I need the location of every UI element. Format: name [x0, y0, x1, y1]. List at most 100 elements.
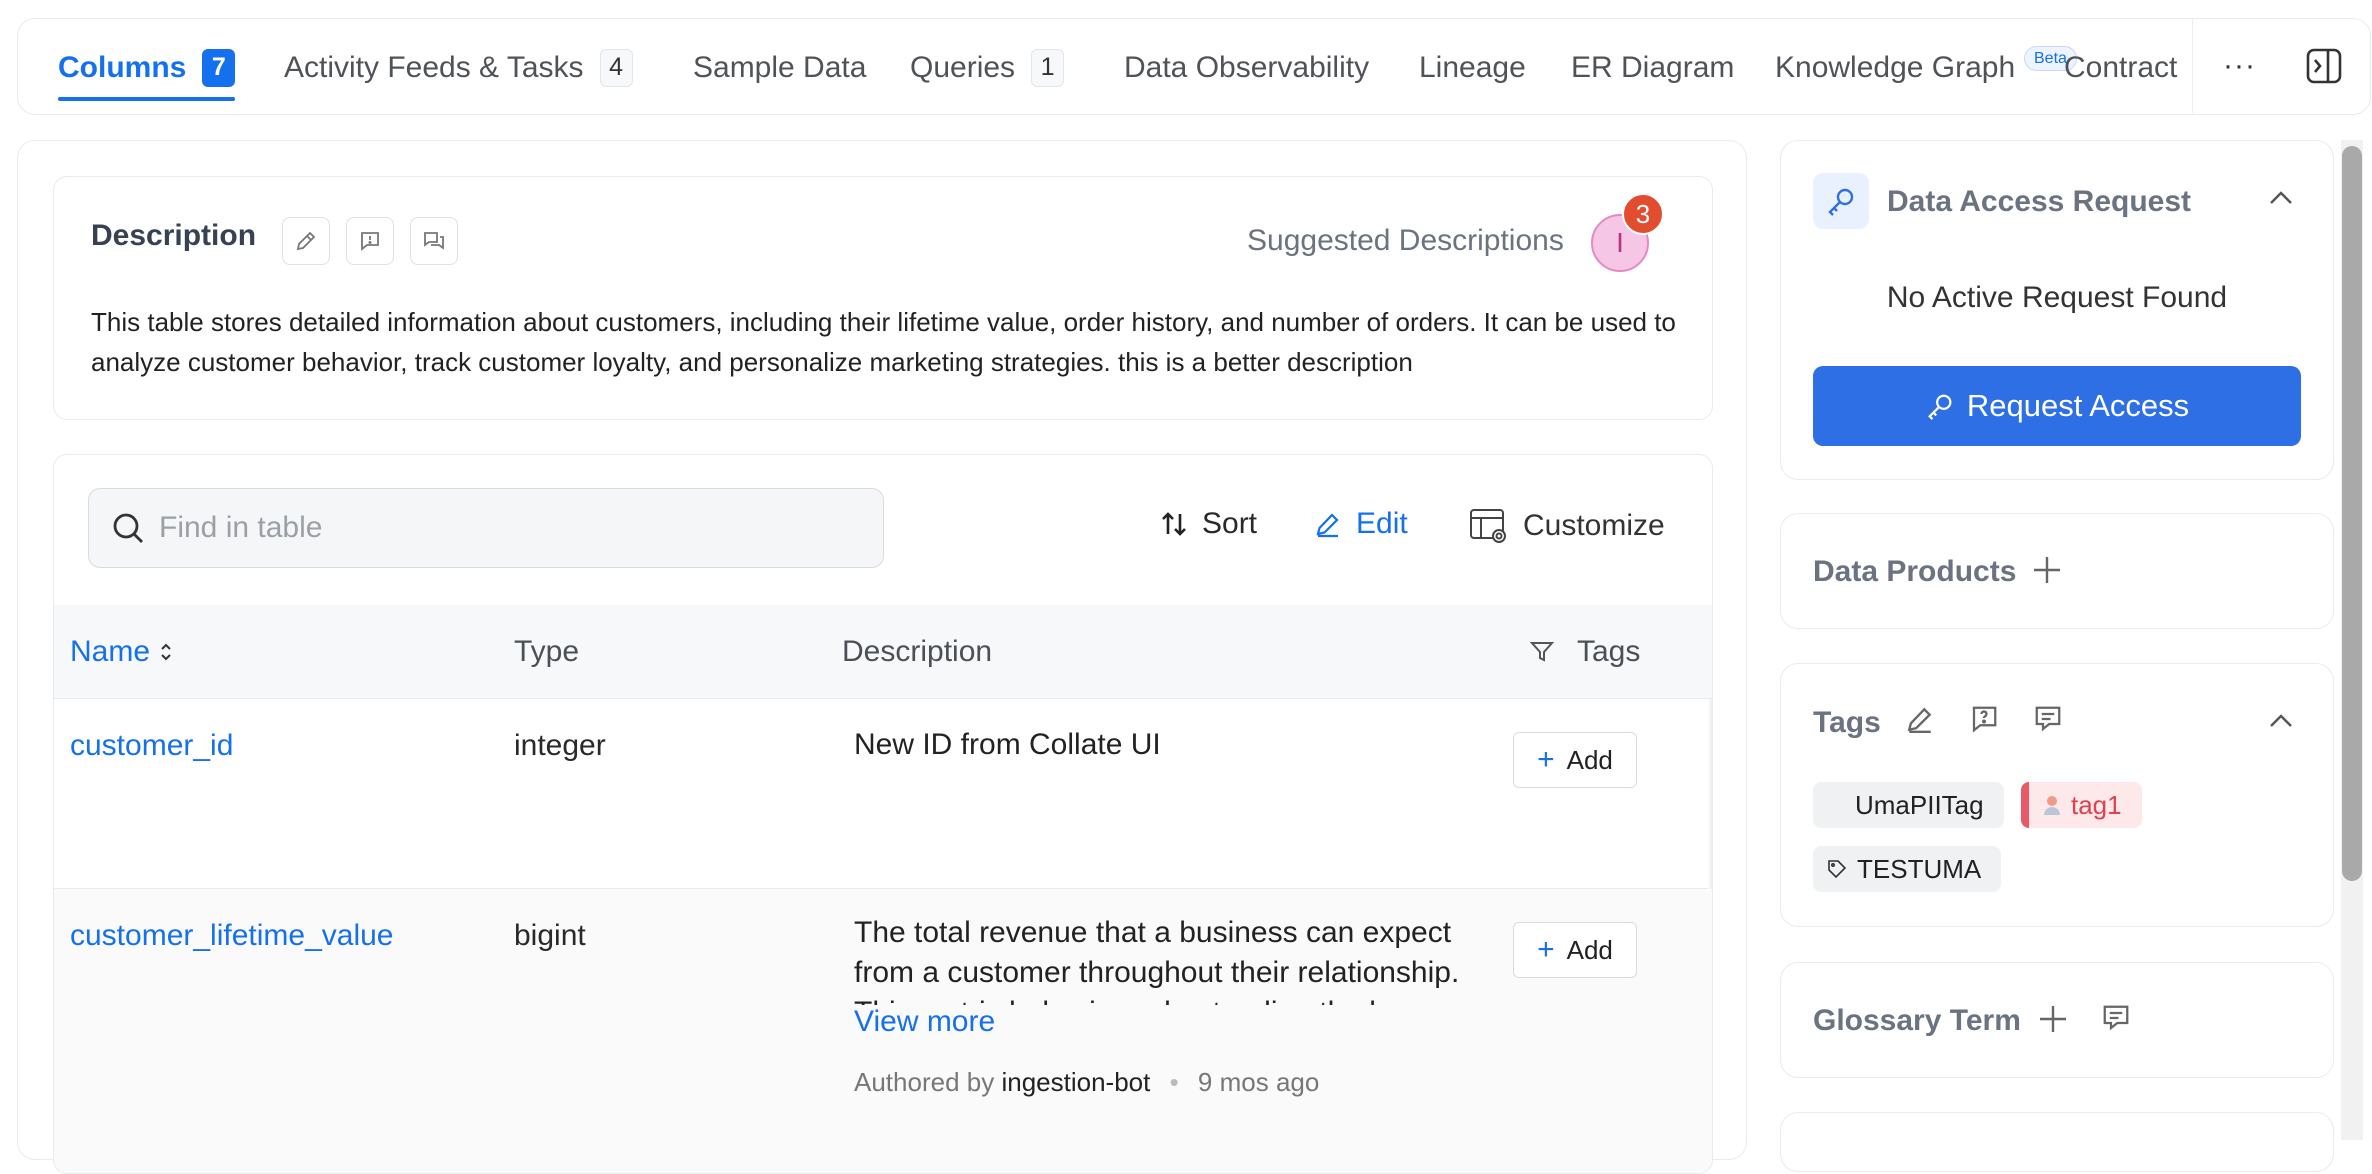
tab-count-badge: 7 — [202, 48, 236, 87]
sort-button[interactable]: Sort — [1160, 507, 1257, 541]
tag-label: TESTUMA — [1857, 853, 1982, 884]
description-conversation-button[interactable] — [410, 217, 458, 265]
tags-filter-icon[interactable] — [1529, 605, 1555, 699]
tags-card: Tags UmaPIITag tag1 TESTUMA — [1780, 663, 2334, 927]
tab-queries[interactable]: Queries 1 — [910, 19, 1065, 116]
tab-lineage[interactable]: Lineage — [1419, 19, 1526, 116]
tab-activity-feeds[interactable]: Activity Feeds & Tasks 4 — [284, 19, 633, 116]
tab-count-badge: 4 — [599, 48, 633, 87]
data-products-card: Data Products — [1780, 513, 2334, 629]
pencil-icon — [1314, 510, 1342, 538]
add-data-product-icon[interactable] — [2031, 554, 2063, 586]
chevron-up-icon[interactable] — [2267, 708, 2295, 736]
glossary-term-card: Glossary Term — [1780, 962, 2334, 1078]
add-tag-button[interactable]: + Add — [1513, 732, 1637, 788]
add-tag-button[interactable]: + Add — [1513, 922, 1637, 978]
column-type: bigint — [514, 919, 586, 952]
column-type: integer — [514, 729, 606, 762]
request-access-button[interactable]: Request Access — [1813, 366, 2301, 446]
tags-conversation-icon[interactable] — [2033, 704, 2063, 734]
key-icon — [1813, 173, 1869, 229]
author-name: ingestion-bot — [1001, 1067, 1151, 1097]
tab-contract[interactable]: Contract — [2064, 19, 2177, 116]
add-label: Add — [1566, 744, 1613, 775]
tab-er-diagram[interactable]: ER Diagram — [1571, 19, 1734, 116]
tab-data-observability[interactable]: Data Observability — [1124, 19, 1369, 116]
tag-chip[interactable]: tag1 — [2021, 782, 2142, 828]
tag-label: UmaPIITag — [1855, 789, 1984, 820]
column-header-type: Type — [514, 635, 580, 668]
plus-icon: + — [1537, 933, 1555, 966]
add-label: Add — [1566, 934, 1613, 965]
glossary-conversation-icon[interactable] — [2101, 1003, 2131, 1033]
tab-label: Knowledge Graph — [1775, 50, 2016, 84]
column-header-label: Name — [70, 635, 151, 668]
search-input[interactable] — [159, 511, 809, 545]
add-glossary-term-icon[interactable] — [2037, 1003, 2069, 1035]
tab-label: Queries — [910, 50, 1016, 84]
separator-dot: • — [1169, 1067, 1179, 1097]
request-description-button[interactable] — [346, 217, 394, 265]
more-tabs-button[interactable]: ··· — [2223, 49, 2256, 83]
author-age: 9 mos ago — [1197, 1067, 1320, 1097]
edit-button[interactable]: Edit — [1314, 507, 1408, 541]
suggested-descriptions-label: Suggested Descriptions — [1247, 224, 1564, 257]
comment-question-icon — [358, 229, 382, 253]
authored-prefix: Authored by — [854, 1067, 995, 1097]
tab-label: Activity Feeds & Tasks — [284, 50, 584, 84]
tag-chip[interactable]: TESTUMA — [1813, 846, 2002, 892]
sort-toggle-icon — [158, 641, 174, 663]
table-header: Name Type Description Tags — [54, 605, 1712, 699]
tab-label: Sample Data — [693, 50, 867, 84]
tag-icon — [1827, 859, 1847, 879]
request-access-label: Request Access — [1966, 388, 2190, 423]
edit-label: Edit — [1356, 507, 1408, 540]
tab-knowledge-graph[interactable]: Knowledge Graph — [1775, 19, 2015, 116]
table-scroll-shadow — [1708, 699, 1712, 889]
column-description: The total revenue that a business can ex… — [854, 916, 1460, 1005]
person-icon — [2043, 794, 2061, 816]
tab-label: Columns — [58, 50, 187, 84]
customize-button[interactable]: Customize — [1469, 507, 1665, 545]
data-products-title: Data Products — [1813, 555, 2017, 588]
key-icon — [1925, 391, 1955, 421]
plus-icon: + — [1537, 743, 1555, 776]
description-card: Description Suggested Descriptions I 3 T… — [53, 176, 1713, 420]
data-access-title: Data Access Request — [1887, 185, 2192, 218]
tab-label: Data Observability — [1124, 50, 1370, 84]
table-search[interactable] — [88, 488, 884, 568]
tag-label: tag1 — [2071, 789, 2122, 820]
tab-count-badge: 1 — [1031, 48, 1065, 87]
tab-columns[interactable]: Columns 7 — [58, 19, 236, 116]
request-tags-icon[interactable] — [1969, 704, 1999, 734]
page-scrollbar[interactable] — [2341, 140, 2363, 1140]
sort-icon — [1160, 510, 1188, 538]
no-request-message: No Active Request Found — [1886, 281, 2228, 314]
tab-sample-data[interactable]: Sample Data — [693, 19, 866, 116]
tab-label: ER Diagram — [1571, 50, 1735, 84]
chevron-up-icon[interactable] — [2267, 185, 2295, 213]
column-name-link[interactable]: customer_id — [70, 729, 233, 763]
tab-tools: ··· — [2192, 19, 2370, 113]
tab-label: Lineage — [1419, 50, 1526, 84]
edit-tags-icon[interactable] — [1905, 704, 1935, 734]
tag-chip[interactable]: UmaPIITag — [1813, 782, 2004, 828]
data-access-request-card: Data Access Request No Active Request Fo… — [1780, 140, 2334, 480]
tab-label: Contract — [2064, 50, 2178, 84]
edit-description-button[interactable] — [282, 217, 330, 265]
customize-label: Customize — [1523, 509, 1665, 542]
column-name-link[interactable]: customer_lifetime_value — [70, 919, 393, 953]
sort-label: Sort — [1202, 507, 1258, 540]
column-description: New ID from Collate UI — [854, 728, 1161, 761]
view-more-link[interactable]: View more — [854, 1005, 995, 1039]
scrollbar-thumb[interactable] — [2342, 146, 2362, 881]
toggle-panel-icon[interactable] — [2305, 47, 2343, 85]
tags-title: Tags — [1813, 706, 1881, 739]
next-section-card — [1780, 1112, 2334, 1172]
authored-info: Authored by ingestion-bot • 9 mos ago — [854, 1067, 1319, 1098]
glossary-term-title: Glossary Term — [1813, 1004, 2021, 1037]
main-content: Description Suggested Descriptions I 3 T… — [17, 140, 1747, 1174]
column-header-description: Description — [842, 635, 993, 668]
column-header-name[interactable]: Name — [70, 605, 174, 699]
description-title: Description — [91, 219, 257, 252]
